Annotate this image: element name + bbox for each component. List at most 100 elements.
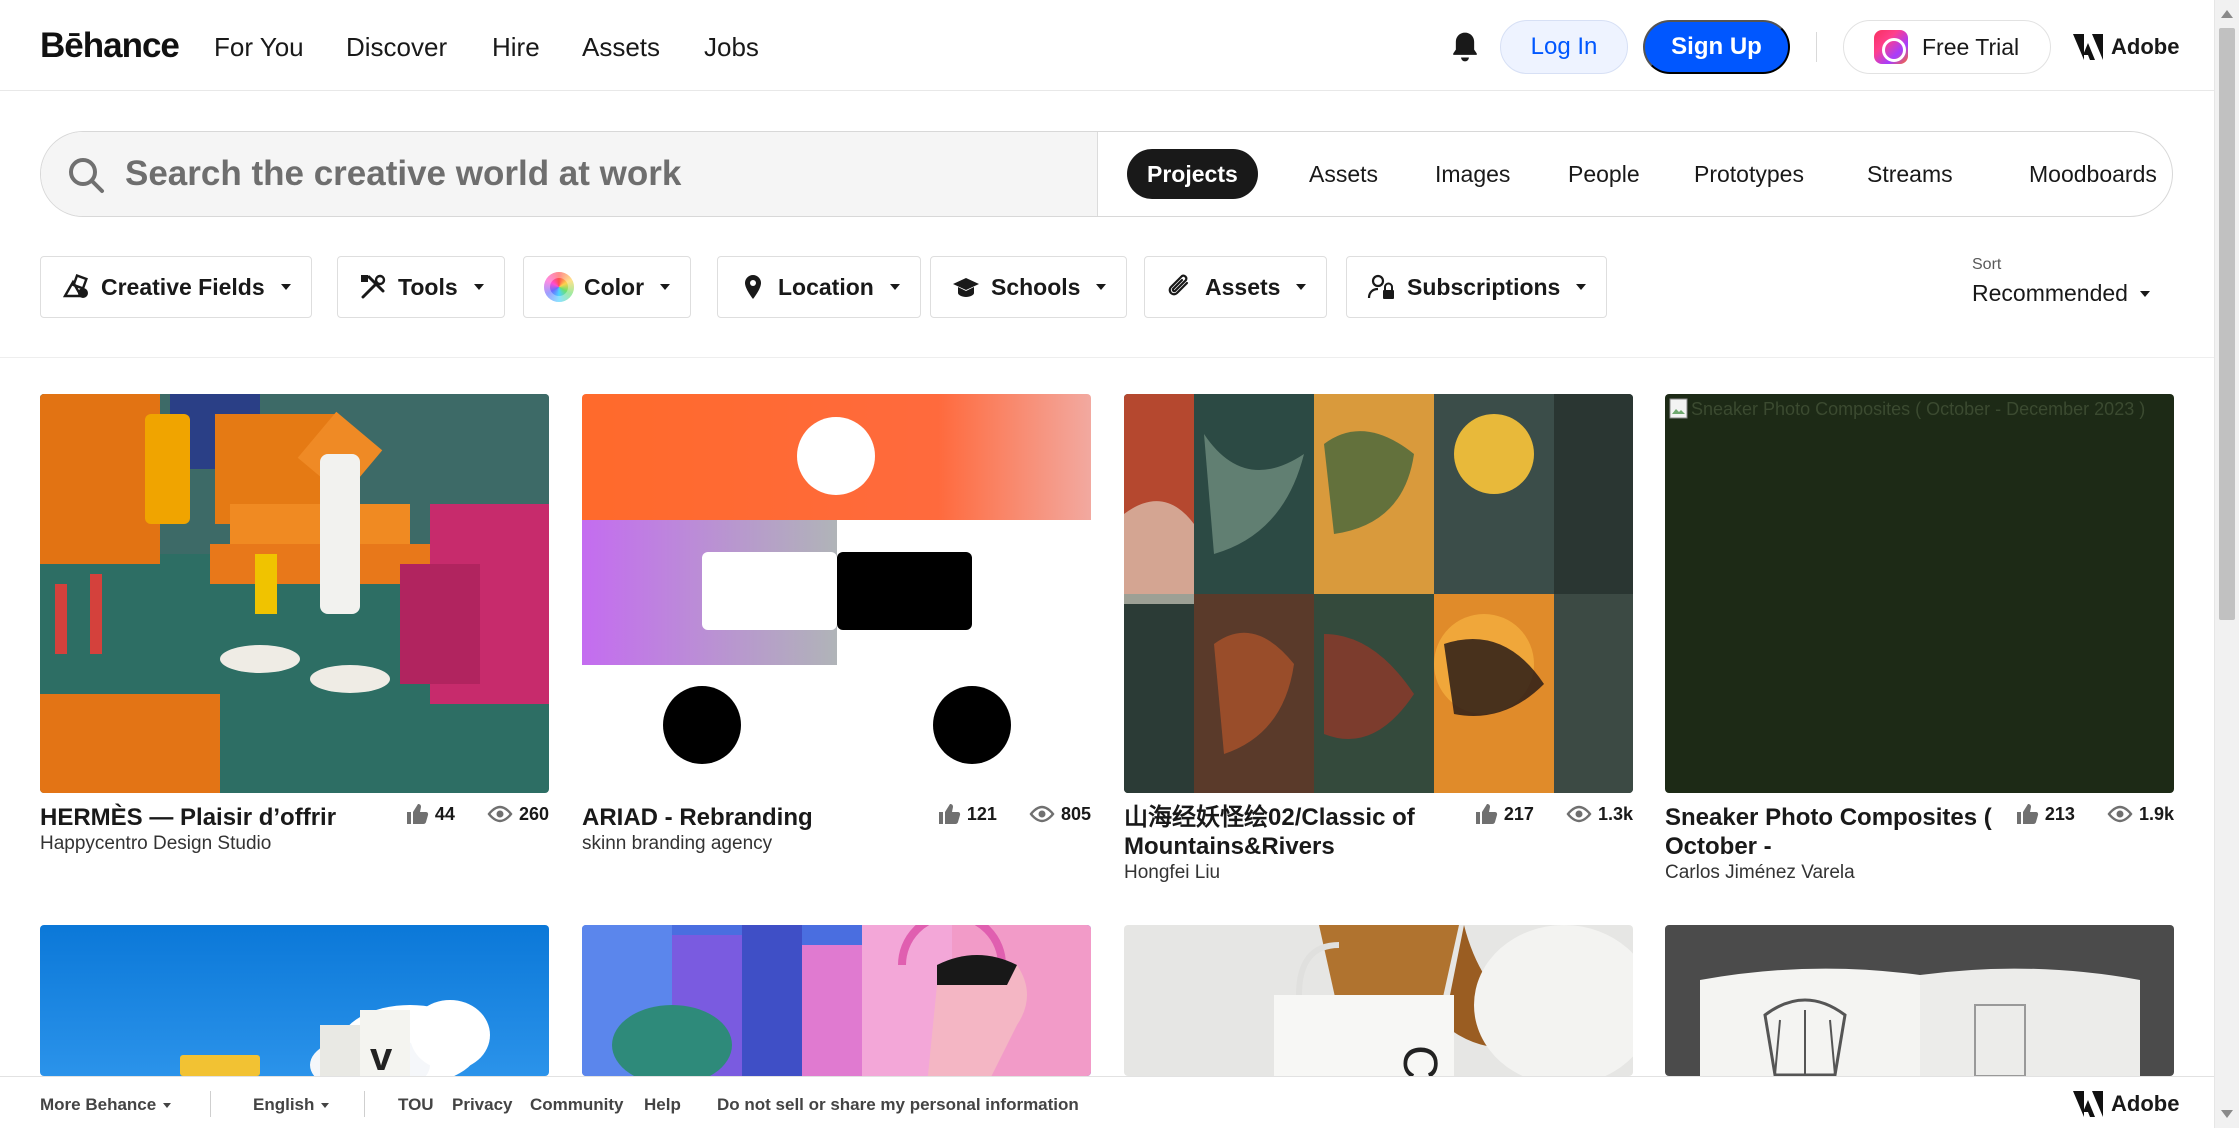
- sky-product-cover-image: v: [40, 925, 549, 1076]
- filter-assets[interactable]: Assets: [1144, 256, 1328, 318]
- svg-text:v: v: [370, 1035, 393, 1076]
- project-card[interactable]: HERMÈS — Plaisir d’offrir Happycentro De…: [40, 394, 549, 854]
- search-input[interactable]: [125, 150, 1065, 198]
- filter-schools[interactable]: Schools: [930, 256, 1128, 318]
- nav-link-for-you[interactable]: For You: [214, 32, 304, 63]
- chevron-down-icon: [2139, 290, 2150, 297]
- project-card[interactable]: Sneaker Photo Composites ( October - Dec…: [1665, 394, 2174, 883]
- scroll-down-icon[interactable]: [2221, 1110, 2233, 1118]
- language-menu[interactable]: English: [253, 1095, 330, 1115]
- project-card[interactable]: 山海经妖怪绘02/Classic of Mountains&Rivers Hon…: [1124, 394, 1633, 883]
- nav-link-jobs[interactable]: Jobs: [704, 32, 759, 63]
- tote-bag-cover-image: Co.: [1124, 925, 1633, 1076]
- footer-link-do-not-sell[interactable]: Do not sell or share my personal informa…: [717, 1095, 1079, 1115]
- project-thumbnail[interactable]: Co.: [1124, 925, 1633, 1076]
- adobe-footer-logo[interactable]: Adobe: [2073, 1091, 2179, 1117]
- sign-up-button[interactable]: Sign Up: [1643, 20, 1790, 74]
- footer-link-help[interactable]: Help: [644, 1095, 681, 1115]
- likes-count: 217: [1503, 803, 1534, 824]
- furniture-book-cover-image: [1665, 925, 2174, 1076]
- project-title[interactable]: 山海经妖怪绘02/Classic of Mountains&Rivers: [1124, 803, 1454, 861]
- tab-assets[interactable]: Assets: [1289, 149, 1398, 199]
- ariad-cover-image: [582, 394, 1091, 793]
- svg-text:Co.: Co.: [1393, 1045, 1446, 1076]
- project-card[interactable]: ARIAD - Rebranding skinn branding agency…: [582, 394, 1091, 854]
- chevron-down-icon: [1576, 284, 1587, 290]
- filter-label: Subscriptions: [1407, 273, 1561, 300]
- chevron-down-icon: [1296, 284, 1307, 290]
- sort-value[interactable]: Recommended: [1972, 280, 2150, 307]
- filter-subscriptions[interactable]: Subscriptions: [1346, 256, 1608, 318]
- footer-link-privacy[interactable]: Privacy: [452, 1095, 513, 1115]
- creative-cloud-icon: [1874, 30, 1908, 64]
- sort-dropdown[interactable]: Sort Recommended: [1972, 256, 2150, 307]
- project-thumbnail[interactable]: [582, 394, 1091, 793]
- footer-link-community[interactable]: Community: [530, 1095, 624, 1115]
- behance-logo[interactable]: Bēhance: [40, 26, 180, 66]
- chevron-down-icon: [321, 1102, 330, 1108]
- tab-streams[interactable]: Streams: [1847, 149, 1973, 199]
- chevron-down-icon: [1096, 284, 1107, 290]
- tools-icon: [361, 274, 386, 299]
- adobe-icon: [2073, 1091, 2103, 1117]
- nav-link-assets[interactable]: Assets: [582, 32, 660, 63]
- footer-link-tou[interactable]: TOU: [398, 1095, 434, 1115]
- broken-image-icon: [1669, 398, 1688, 419]
- scrollbar-thumb[interactable]: [2219, 28, 2235, 620]
- project-stats: 44 260: [405, 803, 549, 825]
- tab-people[interactable]: People: [1548, 149, 1660, 199]
- project-card[interactable]: Co.: [1124, 925, 1633, 1076]
- nav-link-hire[interactable]: Hire: [492, 32, 540, 63]
- chevron-down-icon: [280, 284, 291, 290]
- project-thumbnail[interactable]: [40, 394, 549, 793]
- search-bar: Projects Assets Images People Prototypes…: [40, 131, 2173, 217]
- project-stats: 217 1.3k: [1474, 803, 1633, 825]
- scroll-up-icon[interactable]: [2221, 10, 2233, 18]
- project-title[interactable]: ARIAD - Rebranding: [582, 803, 912, 832]
- page-scrollbar[interactable]: [2214, 0, 2239, 1128]
- views-count: 260: [518, 803, 549, 824]
- filter-tools[interactable]: Tools: [337, 256, 505, 318]
- free-trial-button[interactable]: Free Trial: [1843, 20, 2051, 74]
- filter-label: Creative Fields: [101, 273, 265, 300]
- filter-location[interactable]: Location: [717, 256, 921, 318]
- filter-creative-fields[interactable]: Creative Fields: [40, 256, 312, 318]
- project-thumbnail[interactable]: [1665, 925, 2174, 1076]
- project-owner[interactable]: skinn branding agency: [582, 833, 772, 855]
- project-owner[interactable]: Hongfei Liu: [1124, 862, 1220, 884]
- tab-moodboards[interactable]: Moodboards: [2009, 149, 2172, 199]
- project-card[interactable]: [582, 925, 1091, 1076]
- project-thumbnail[interactable]: v: [40, 925, 549, 1076]
- broken-image-alt-text: Sneaker Photo Composites ( October - Dec…: [1691, 399, 2146, 419]
- adobe-logo[interactable]: Adobe: [2073, 34, 2179, 60]
- adobe-icon: [2073, 34, 2103, 60]
- filter-color[interactable]: Color: [523, 256, 692, 318]
- log-in-button[interactable]: Log In: [1500, 20, 1628, 74]
- likes-count: 44: [434, 803, 455, 824]
- footer-divider: [210, 1091, 211, 1117]
- project-title[interactable]: Sneaker Photo Composites ( October -: [1665, 803, 1995, 861]
- project-thumbnail[interactable]: Sneaker Photo Composites ( October - Dec…: [1665, 394, 2174, 793]
- tab-projects[interactable]: Projects: [1127, 149, 1258, 199]
- filter-divider: [0, 357, 2214, 358]
- chevron-down-icon: [889, 284, 900, 290]
- likes-count: 213: [2044, 803, 2075, 824]
- thumbs-up-icon: [938, 804, 961, 824]
- bell-icon[interactable]: [1449, 30, 1481, 64]
- project-owner[interactable]: Happycentro Design Studio: [40, 833, 271, 855]
- tab-prototypes[interactable]: Prototypes: [1674, 149, 1824, 199]
- nav-link-discover[interactable]: Discover: [346, 32, 447, 63]
- mythical-creatures-cover-image: [1124, 394, 1633, 793]
- project-title[interactable]: HERMÈS — Plaisir d’offrir: [40, 803, 370, 832]
- tab-images[interactable]: Images: [1415, 149, 1530, 199]
- language-label: English: [253, 1095, 315, 1114]
- sort-label: Sort: [1972, 256, 2002, 273]
- project-card[interactable]: v: [40, 925, 549, 1076]
- more-behance-menu[interactable]: More Behance: [40, 1095, 172, 1115]
- project-card[interactable]: [1665, 925, 2174, 1076]
- project-thumbnail[interactable]: [582, 925, 1091, 1076]
- eye-icon: [1029, 805, 1055, 823]
- shapes-icon: [62, 274, 88, 298]
- project-thumbnail[interactable]: [1124, 394, 1633, 793]
- project-owner[interactable]: Carlos Jiménez Varela: [1665, 862, 1855, 884]
